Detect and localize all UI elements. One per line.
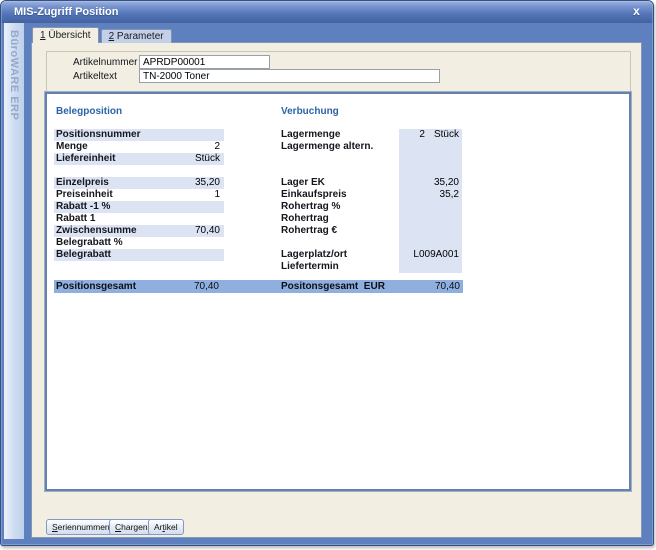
row-value-block [399,201,462,213]
seriennummern-button[interactable]: Seriennummern [46,519,118,535]
row-value-block [399,213,462,225]
article-text-label: Artikeltext [73,71,117,82]
position-detail-panel: Belegposition Verbuchung Positionsnummer… [45,92,631,491]
row-value: 35,20 [195,177,220,189]
row-label: Belegrabatt [56,249,111,261]
row-value: 70,40 [195,225,220,237]
row-value-block: 2 Stück [399,129,462,141]
left-cell: Rabatt -1 % [54,201,224,213]
position-total-bar: Positionsgesamt 70,40 Positonsgesamt EUR… [54,280,463,293]
row-value-block: 35,2 [399,189,462,201]
left-cell: Zwischensumme 70,40 [54,225,224,237]
row-spacer [47,165,629,177]
row-label: Rohertrag % [281,201,340,213]
table-row: Rabatt -1 % Rohertrag % [47,201,629,213]
table-row: Liefertermin [47,261,629,273]
row-value: 35,20 [434,177,459,189]
brand-text: BüroWARE ERP [8,23,20,120]
row-value: Stück [195,153,220,165]
total-right-value: 70,40 [435,280,460,293]
title-bar: MIS-Zugriff Position x [1,1,653,23]
tab-2-parameter[interactable]: 2 Parameter [101,29,172,43]
left-cell: Rabatt 1 [54,213,224,225]
left-cell: Menge 2 [54,141,224,153]
row-label: Rabatt 1 [56,213,95,225]
table-row: Positionsnummer Lagermenge 2 Stück [47,129,629,141]
artikel-button[interactable]: Artikel [148,519,184,535]
row-value-block: L009A001 [399,249,462,261]
row-value-block [399,225,462,237]
window-title: MIS-Zugriff Position [14,6,118,18]
table-row: Rabatt 1 Rohertrag [47,213,629,225]
table-row: Belegrabatt % [47,237,629,249]
row-value: 2 [214,141,220,153]
row-value: 2 [419,129,425,141]
left-cell: Positionsnummer [54,129,224,141]
left-cell: Preiseinheit 1 [54,189,224,201]
app-window: MIS-Zugriff Position x BüroWARE ERP 1 Üb… [0,0,654,546]
tab-1-bersicht[interactable]: 1 Übersicht [32,27,99,43]
table-row: Liefereinheit Stück [47,153,629,165]
row-label: Lagerplatz/ort [281,249,347,261]
left-cell: Belegrabatt [54,249,224,261]
row-label: Lagermenge [281,129,340,141]
row-label: Positionsnummer [56,129,140,141]
article-fieldgroup: Artikelnummer Artikeltext [46,51,631,92]
row-label: Rabatt -1 % [56,201,110,213]
left-cell: Belegrabatt % [54,237,224,249]
row-label: Liefereinheit [56,153,115,165]
row-value: 35,2 [440,189,459,201]
row-label: Menge [56,141,88,153]
detail-rows: PositionsnummerLagermenge2StückMenge2Lag… [47,129,629,273]
section-title-verbuchung: Verbuchung [281,106,339,117]
row-label: Rohertrag € [281,225,337,237]
total-right-label: Positonsgesamt EUR [281,280,385,293]
row-label: Preiseinheit [56,189,113,201]
article-number-input[interactable] [139,55,270,69]
row-label: Lagermenge altern. [281,141,373,153]
row-label: Lager EK [281,177,325,189]
section-title-belegposition: Belegposition [56,106,122,117]
row-value-block [399,261,462,273]
left-cell: Einzelpreis 35,20 [54,177,224,189]
table-row: Belegrabatt Lagerplatz/ort L009A001 [47,249,629,261]
row-value-block [399,153,462,165]
article-number-label: Artikelnummer [73,57,137,68]
table-row: Menge 2 Lagermenge altern. [47,141,629,153]
brand-strip: BüroWARE ERP [4,23,24,539]
tab-bar: 1 Übersicht2 Parameter [32,27,172,43]
row-value-block [399,237,462,249]
left-cell [54,261,224,273]
row-label: Belegrabatt % [56,237,123,249]
row-label: Einkaufspreis [281,189,347,201]
row-label: Rohertrag [281,213,329,225]
row-value: L009A001 [413,249,459,261]
table-row: Preiseinheit 1 Einkaufspreis 35,2 [47,189,629,201]
row-label: Einzelpreis [56,177,109,189]
table-row: Zwischensumme 70,40 Rohertrag € [47,225,629,237]
article-text-input[interactable] [139,69,440,83]
content-panel: Artikelnummer Artikeltext Belegposition … [31,42,642,538]
total-left-value: 70,40 [54,280,219,293]
row-value-block [399,141,462,153]
row-label: Zwischensumme [56,225,137,237]
row-unit: Stück [434,129,459,141]
row-value-block: 35,20 [399,177,462,189]
table-row: Einzelpreis 35,20 Lager EK 35,20 [47,177,629,189]
row-value: 1 [214,189,220,201]
left-cell: Liefereinheit Stück [54,153,224,165]
row-label: Liefertermin [281,261,339,273]
close-icon[interactable]: x [629,4,644,19]
chargen-button[interactable]: Chargen [109,519,154,535]
